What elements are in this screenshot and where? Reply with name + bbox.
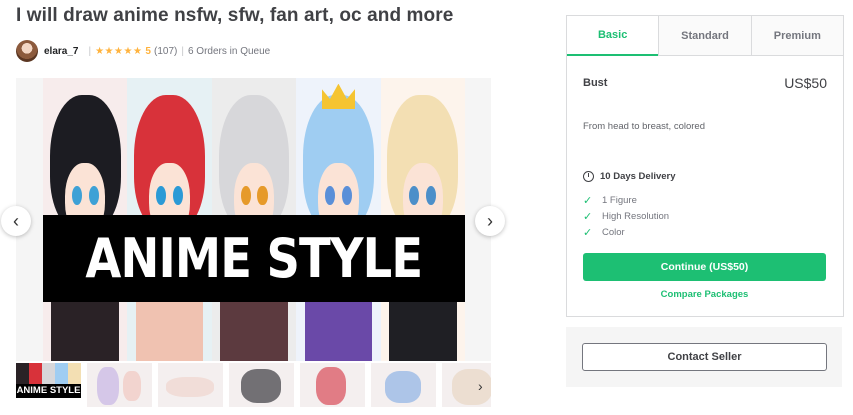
thumbnail-label: ANIME STYLE bbox=[16, 384, 81, 398]
divider: | bbox=[88, 45, 92, 57]
seller-username[interactable]: elara_7 bbox=[44, 46, 78, 57]
gallery-prev-button[interactable]: ‹ bbox=[1, 206, 31, 236]
gallery-thumbnail[interactable] bbox=[371, 363, 436, 407]
star-rating-icon: ★★★★★ bbox=[95, 45, 143, 57]
feature-item: ✓ High Resolution bbox=[583, 208, 669, 224]
check-icon: ✓ bbox=[583, 226, 593, 239]
review-count[interactable]: (107) bbox=[154, 46, 177, 57]
tab-basic[interactable]: Basic bbox=[567, 16, 659, 56]
chevron-right-icon: › bbox=[487, 211, 493, 231]
gallery-banner: ANIME STYLE bbox=[43, 215, 465, 302]
continue-button[interactable]: Continue (US$50) bbox=[583, 253, 826, 281]
package-description: From head to breast, colored bbox=[583, 121, 705, 132]
thumbnail-next-button[interactable]: › bbox=[478, 378, 483, 394]
feature-label: High Resolution bbox=[602, 210, 670, 222]
feature-list: ✓ 1 Figure ✓ High Resolution ✓ Color bbox=[583, 192, 669, 240]
divider: | bbox=[181, 45, 184, 57]
gallery-thumbnail[interactable] bbox=[442, 363, 491, 407]
check-icon: ✓ bbox=[583, 194, 593, 207]
package-price: US$50 bbox=[784, 75, 827, 91]
gallery-thumbnail[interactable] bbox=[229, 363, 294, 407]
clock-icon bbox=[583, 171, 594, 182]
seller-avatar[interactable] bbox=[16, 40, 38, 62]
thumbnail-strip: ANIME STYLE bbox=[16, 363, 491, 407]
tab-standard[interactable]: Standard bbox=[658, 16, 751, 55]
feature-item: ✓ Color bbox=[583, 224, 669, 240]
contact-seller-button[interactable]: Contact Seller bbox=[582, 343, 827, 371]
orders-in-queue: 6 Orders in Queue bbox=[187, 45, 271, 57]
banner-text: ANIME STYLE bbox=[85, 227, 424, 290]
feature-label: 1 Figure bbox=[602, 194, 637, 206]
feature-item: ✓ 1 Figure bbox=[583, 192, 669, 208]
seller-info: elara_7 | ★★★★★ 5 (107) | 6 Orders in Qu… bbox=[16, 40, 270, 62]
package-panel: Basic Standard Premium Bust US$50 From h… bbox=[566, 15, 844, 317]
package-header: Bust US$50 bbox=[583, 75, 827, 91]
gallery-thumbnail[interactable]: ANIME STYLE bbox=[16, 363, 81, 407]
chevron-right-icon: › bbox=[478, 378, 483, 394]
gig-title: I will draw anime nsfw, sfw, fan art, oc… bbox=[16, 5, 454, 26]
check-icon: ✓ bbox=[583, 210, 593, 223]
contact-section: Contact Seller bbox=[566, 327, 842, 387]
tab-premium[interactable]: Premium bbox=[750, 16, 843, 55]
package-tabs: Basic Standard Premium bbox=[567, 16, 843, 56]
gallery-thumbnail[interactable] bbox=[158, 363, 223, 407]
rating-value: 5 bbox=[145, 45, 151, 57]
gallery-next-button[interactable]: › bbox=[475, 206, 505, 236]
gallery-thumbnail[interactable] bbox=[87, 363, 152, 407]
delivery-time: 10 Days Delivery bbox=[583, 171, 676, 182]
chevron-left-icon: ‹ bbox=[13, 211, 19, 231]
compare-packages-link[interactable]: Compare Packages bbox=[583, 289, 826, 300]
feature-label: Color bbox=[602, 226, 625, 238]
gig-gallery[interactable]: ANIME STYLE bbox=[16, 78, 491, 361]
gallery-thumbnail[interactable] bbox=[300, 363, 365, 407]
delivery-label: 10 Days Delivery bbox=[600, 171, 676, 182]
package-name: Bust bbox=[583, 77, 608, 89]
